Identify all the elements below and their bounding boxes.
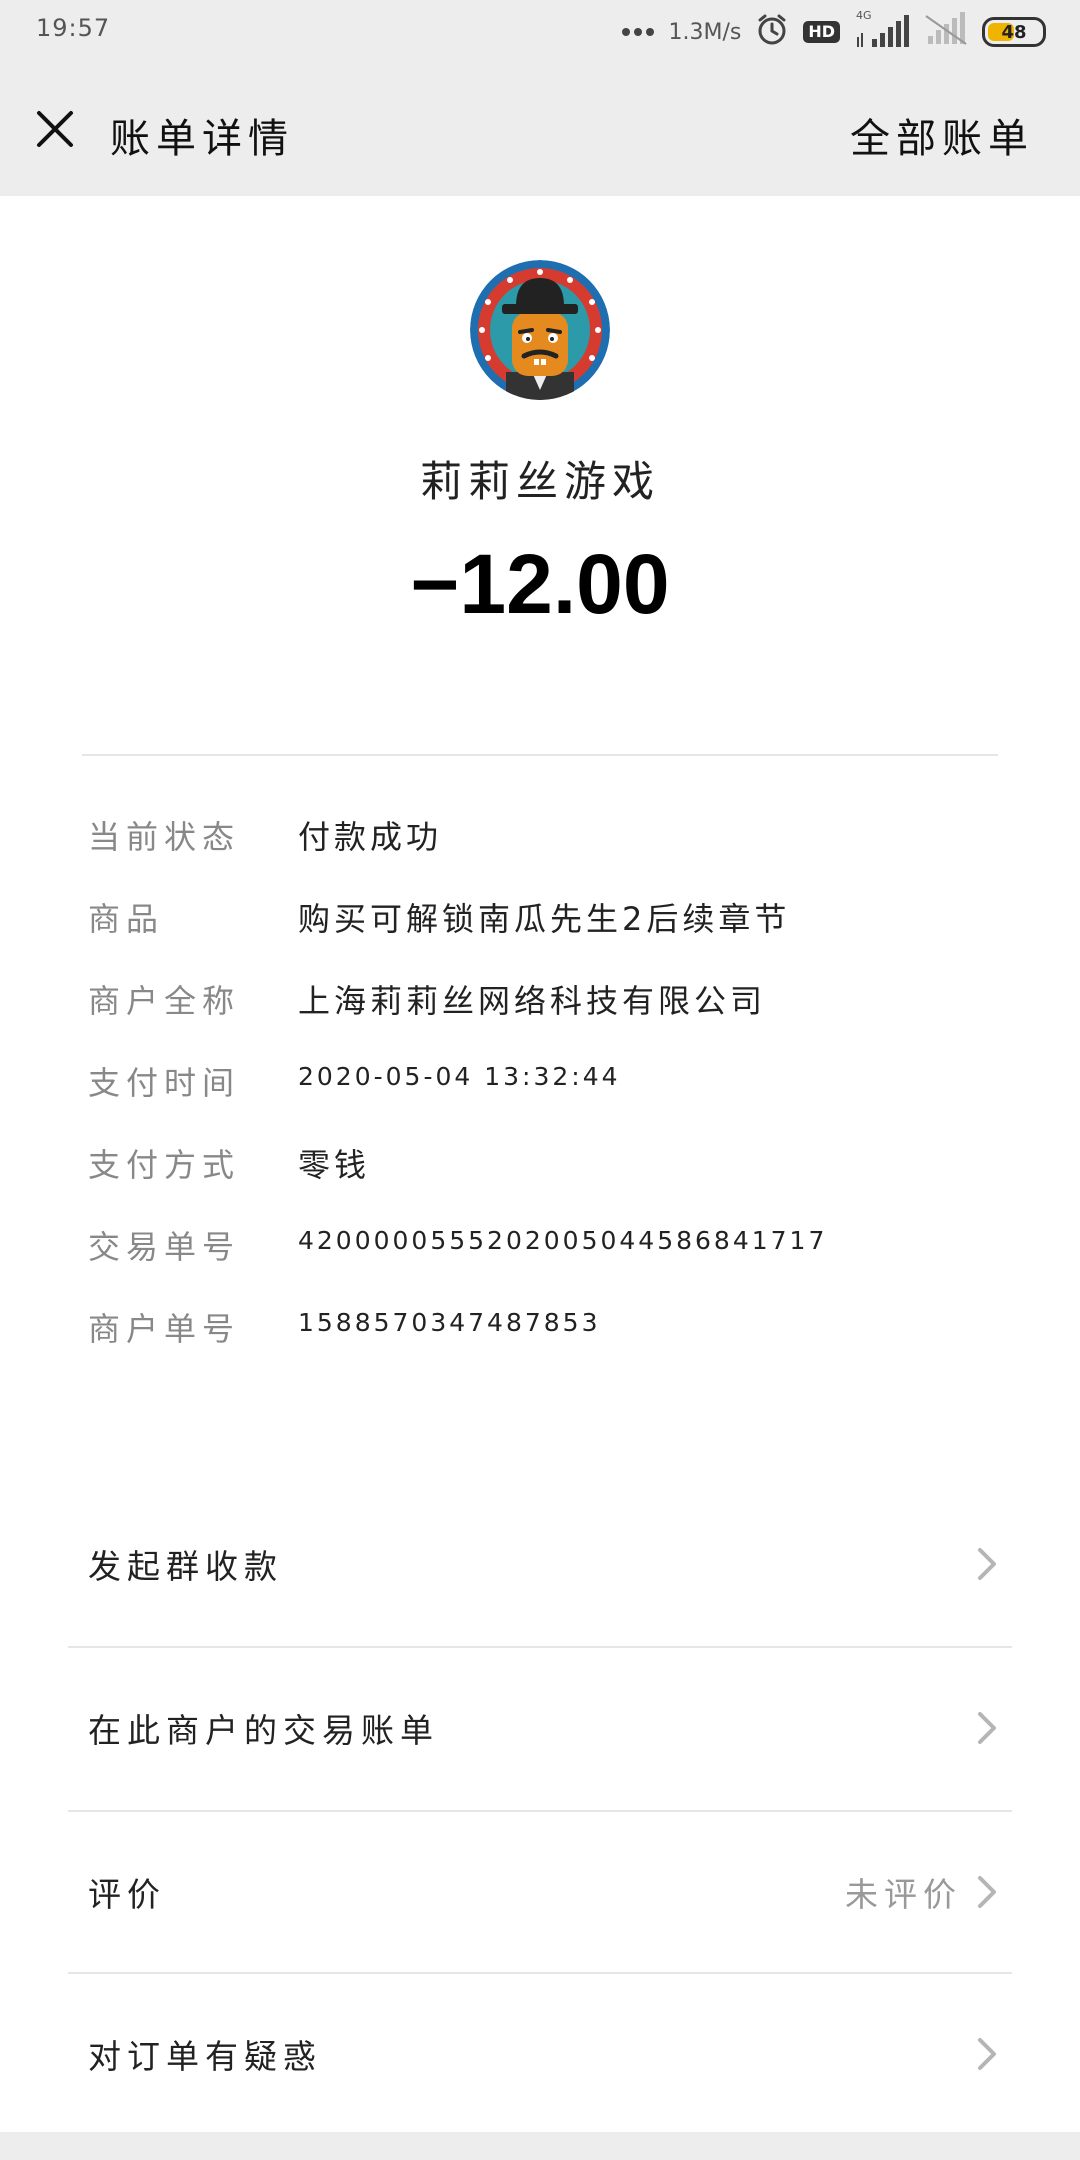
detail-label: 商户单号: [88, 1310, 241, 1348]
alarm-icon: [755, 12, 789, 52]
order-question-row[interactable]: 对订单有疑惑: [0, 1974, 1080, 2134]
detail-value: 上海莉莉丝网络科技有限公司: [298, 982, 767, 1020]
action-label: 发起群收款: [88, 1547, 283, 1586]
detail-label: 商户全称: [88, 982, 241, 1020]
signal-icon: 4G: [854, 9, 910, 49]
detail-row-merchant-order-id: 商户单号 1588570347487853: [88, 1304, 1008, 1386]
bottom-strip: [0, 2132, 1080, 2160]
page-title: 账单详情: [110, 116, 294, 162]
detail-value[interactable]: 1588570347487853: [298, 1304, 601, 1337]
detail-row-pay-method: 支付方式 零钱: [88, 1140, 1008, 1222]
battery-icon: 48: [982, 17, 1046, 47]
hd-icon: HD: [803, 21, 840, 43]
detail-row-merchant-full-name: 商户全称 上海莉莉丝网络科技有限公司: [88, 976, 1008, 1058]
detail-value: 付款成功: [298, 818, 443, 856]
status-icons: 1.3M/s HD 4G 48: [622, 9, 1046, 52]
action-label: 对订单有疑惑: [88, 2037, 322, 2076]
battery-level: 48: [1001, 21, 1027, 43]
detail-row-transaction-id: 交易单号 4200000555202005044586841717: [88, 1222, 1008, 1304]
net-speed: 1.3M/s: [668, 19, 742, 45]
close-button[interactable]: [30, 104, 80, 154]
nav-bar: 账单详情 全部账单: [0, 64, 1080, 196]
detail-list: 当前状态 付款成功 商品 购买可解锁南瓜先生2后续章节 商户全称 上海莉莉丝网络…: [88, 812, 1008, 1386]
chevron-right-icon: [978, 2038, 996, 2070]
review-status: 未评价: [845, 1875, 962, 1914]
detail-row-pay-time: 支付时间 2020-05-04 13:32:44: [88, 1058, 1008, 1140]
divider: [82, 754, 998, 756]
detail-value[interactable]: 4200000555202005044586841717: [298, 1222, 827, 1255]
pumpkin-man-avatar-icon: [470, 260, 610, 400]
detail-label: 交易单号: [88, 1228, 241, 1266]
merchant-avatar: [470, 260, 610, 400]
detail-row-product: 商品 购买可解锁南瓜先生2后续章节: [88, 894, 1008, 976]
detail-label: 支付时间: [88, 1064, 241, 1102]
bill-detail-card: 莉莉丝游戏 −12.00 当前状态 付款成功 商品 购买可解锁南瓜先生2后续章节…: [0, 196, 1080, 1484]
detail-value: 2020-05-04 13:32:44: [298, 1062, 621, 1091]
action-list: 发起群收款 在此商户的交易账单 评价 未评价 对订单有疑惑: [0, 1484, 1080, 2132]
chevron-right-icon: [978, 1712, 996, 1744]
group-collect-row[interactable]: 发起群收款: [0, 1484, 1080, 1644]
status-time: 19:57: [36, 14, 111, 42]
detail-row-status: 当前状态 付款成功: [88, 812, 1008, 894]
payment-amount: −12.00: [410, 537, 670, 631]
review-row[interactable]: 评价 未评价: [0, 1812, 1080, 1972]
action-label: 评价: [88, 1875, 166, 1914]
more-dots-icon: [622, 28, 655, 36]
detail-value: 零钱: [298, 1146, 371, 1184]
merchant-name: 莉莉丝游戏: [419, 457, 660, 506]
detail-label: 支付方式: [88, 1146, 241, 1184]
close-icon: [37, 111, 73, 147]
merchant-bills-row[interactable]: 在此商户的交易账单: [0, 1648, 1080, 1808]
status-bar: 19:57 1.3M/s HD 4G 48: [0, 0, 1080, 64]
detail-label: 商品: [88, 900, 165, 938]
chevron-right-icon: [978, 1548, 996, 1580]
detail-label: 当前状态: [88, 818, 241, 856]
all-bills-link[interactable]: 全部账单: [850, 106, 1034, 164]
chevron-right-icon: [978, 1876, 996, 1908]
network-type: 4G: [856, 9, 872, 22]
signal-no-service-icon: [924, 12, 968, 52]
detail-value: 购买可解锁南瓜先生2后续章节: [298, 900, 791, 938]
action-label: 在此商户的交易账单: [88, 1711, 439, 1750]
